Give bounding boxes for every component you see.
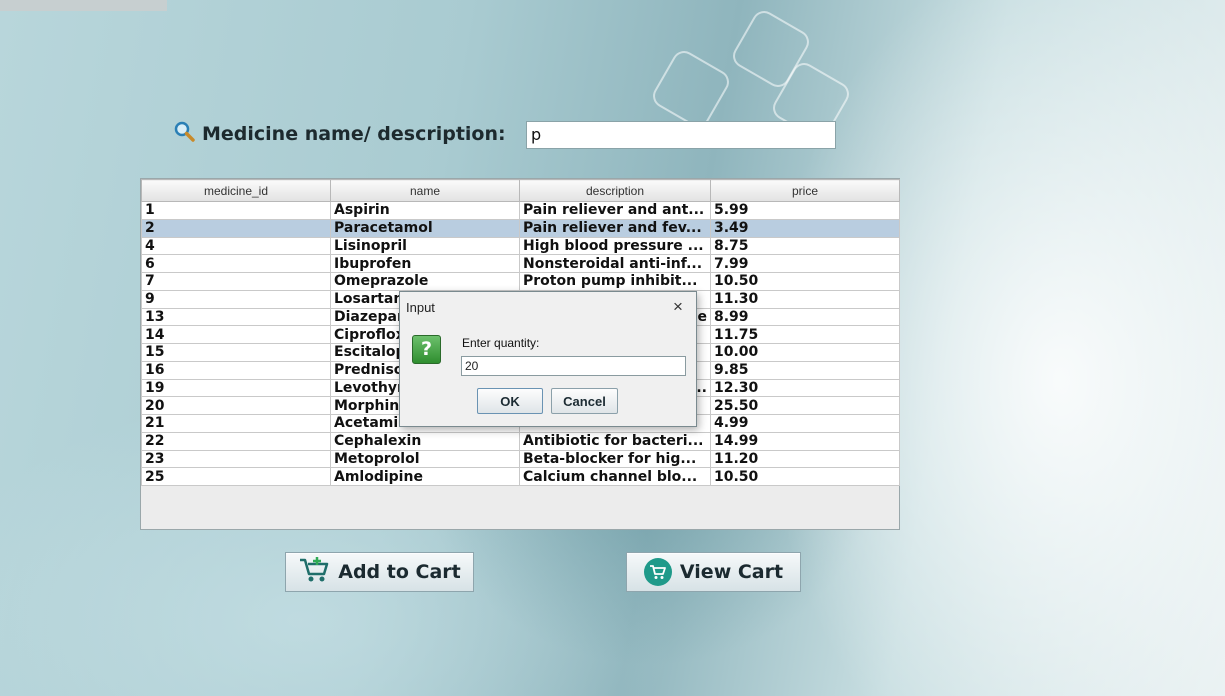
table-row[interactable]: 23 Metoprolol Beta-blocker for hig... 11.20	[141, 449, 900, 469]
table-cell-price[interactable]: 10.00	[710, 343, 900, 362]
window-strip	[0, 0, 167, 11]
table-cell-medicine-id[interactable]: 7	[141, 272, 331, 291]
table-cell-medicine-id[interactable]: 13	[141, 307, 331, 327]
table-cell-description[interactable]: Beta-blocker for hig...	[519, 449, 711, 469]
table-row[interactable]: 4 Lisinopril High blood pressure ... 8.75	[141, 236, 900, 256]
table-cell-price[interactable]: 11.75	[710, 325, 900, 344]
table-cell-description[interactable]: Pain reliever and fev...	[519, 218, 711, 238]
table-cell-price[interactable]: 10.50	[710, 467, 900, 486]
cancel-button[interactable]: Cancel	[551, 388, 618, 414]
table-cell-medicine-id[interactable]: 4	[141, 236, 331, 256]
view-cart-icon	[643, 558, 672, 586]
question-icon: ?	[412, 335, 441, 364]
table-cell-medicine-id[interactable]: 1	[141, 201, 331, 220]
table-cell-price[interactable]: 8.99	[710, 307, 900, 327]
search-label-text: Medicine name/ description:	[202, 123, 506, 145]
view-cart-button[interactable]: View Cart	[626, 552, 801, 592]
table-cell-name[interactable]: Lisinopril	[330, 236, 520, 256]
table-cell-price[interactable]: 9.85	[710, 360, 900, 380]
add-to-cart-label: Add to Cart	[338, 561, 461, 583]
column-header[interactable]: price	[710, 179, 900, 202]
table-cell-price[interactable]: 11.30	[710, 289, 900, 309]
dialog-prompt: Enter quantity:	[462, 336, 540, 350]
table-cell-price[interactable]: 10.50	[710, 272, 900, 291]
table-cell-name[interactable]: Paracetamol	[330, 218, 520, 238]
table-cell-medicine-id[interactable]: 16	[141, 360, 331, 380]
dialog-title: Input	[406, 300, 435, 315]
table-cell-name[interactable]: Aspirin	[330, 201, 520, 220]
table-cell-medicine-id[interactable]: 21	[141, 414, 331, 433]
table-cell-description[interactable]: High blood pressure ...	[519, 236, 711, 256]
table-cell-description[interactable]: Pain reliever and ant...	[519, 201, 711, 220]
table-cell-price[interactable]: 12.30	[710, 378, 900, 398]
table-cell-medicine-id[interactable]: 14	[141, 325, 331, 344]
table-cell-name[interactable]: Metoprolol	[330, 449, 520, 469]
table-row[interactable]: 6 Ibuprofen Nonsteroidal anti-inf... 7.99	[141, 254, 900, 273]
table-cell-medicine-id[interactable]: 23	[141, 449, 331, 469]
table-cell-description[interactable]: Nonsteroidal anti-inf...	[519, 254, 711, 273]
table-cell-name[interactable]: Amlodipine	[330, 467, 520, 486]
table-cell-description[interactable]: Proton pump inhibit...	[519, 272, 711, 291]
table-cell-price[interactable]: 3.49	[710, 218, 900, 238]
table-cell-price[interactable]: 8.75	[710, 236, 900, 256]
table-row[interactable]: 22 Cephalexin Antibiotic for bacteri... 14.…	[141, 431, 900, 451]
table-cell-price[interactable]: 25.50	[710, 396, 900, 415]
table-cell-description[interactable]: Antibiotic for bacteri...	[519, 431, 711, 451]
quantity-input-dialog: Input × ? Enter quantity: 20 OK Cancel	[399, 291, 697, 427]
table-cell-name[interactable]: Omeprazole	[330, 272, 520, 291]
ok-button[interactable]: OK	[477, 388, 543, 414]
view-cart-label: View Cart	[679, 561, 784, 583]
table-cell-price[interactable]: 11.20	[710, 449, 900, 469]
column-header[interactable]: name	[330, 179, 520, 202]
bg-hexagon	[648, 46, 734, 132]
column-header[interactable]: medicine_id	[141, 179, 331, 202]
table-cell-name[interactable]: Cephalexin	[330, 431, 520, 451]
table-cell-medicine-id[interactable]: 6	[141, 254, 331, 273]
table-cell-medicine-id[interactable]: 25	[141, 467, 331, 486]
close-icon[interactable]: ×	[668, 297, 688, 317]
table-cell-medicine-id[interactable]: 20	[141, 396, 331, 415]
table-cell-price[interactable]: 7.99	[710, 254, 900, 273]
table-row[interactable]: 1 Aspirin Pain reliever and ant... 5.99	[141, 201, 900, 220]
table-row[interactable]: 25 Amlodipine Calcium channel blo... 10.50	[141, 467, 900, 486]
table-cell-medicine-id[interactable]: 2	[141, 218, 331, 238]
table-row[interactable]: 7 Omeprazole Proton pump inhibit... 10.50	[141, 272, 900, 291]
table-cell-medicine-id[interactable]: 19	[141, 378, 331, 398]
search-label: Medicine name/ description:	[174, 120, 506, 148]
quantity-input[interactable]: 20	[461, 356, 686, 376]
search-input[interactable]: p	[526, 121, 836, 149]
table-cell-price[interactable]: 5.99	[710, 201, 900, 220]
table-cell-name[interactable]: Ibuprofen	[330, 254, 520, 273]
column-header[interactable]: description	[519, 179, 711, 202]
search-icon	[174, 121, 196, 148]
cart-add-icon	[298, 556, 330, 589]
table-row[interactable]: 2 Paracetamol Pain reliever and fev... 3.49	[141, 218, 900, 238]
table-cell-medicine-id[interactable]: 15	[141, 343, 331, 362]
table-cell-price[interactable]: 4.99	[710, 414, 900, 433]
table-header-row: medicine_id name description price	[141, 179, 900, 202]
table-cell-medicine-id[interactable]: 22	[141, 431, 331, 451]
table-cell-description[interactable]: Calcium channel blo...	[519, 467, 711, 486]
add-to-cart-button[interactable]: Add to Cart	[285, 552, 474, 592]
table-cell-price[interactable]: 14.99	[710, 431, 900, 451]
table-cell-medicine-id[interactable]: 9	[141, 289, 331, 309]
